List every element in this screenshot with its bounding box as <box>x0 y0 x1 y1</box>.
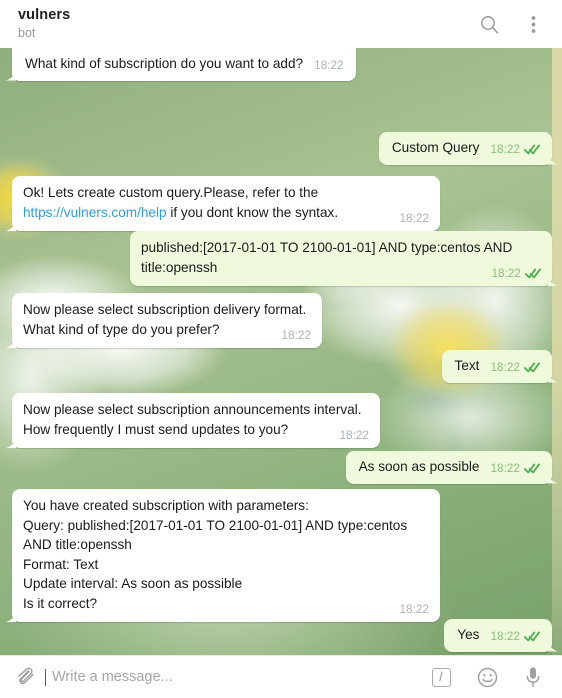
message-meta: 18:22 <box>399 600 429 620</box>
message-time: 18:22 <box>314 58 344 72</box>
message-row-outgoing: As soon as possible 18:22 <box>345 451 552 484</box>
message-composer: Write a message... / <box>0 655 562 698</box>
message-bubble[interactable]: Text 18:22 <box>441 350 552 383</box>
message-text: You have created subscription with param… <box>23 498 408 611</box>
chat-title: vulners <box>18 7 71 23</box>
message-row-incoming: Ok! Lets create custom query.Please, ref… <box>12 176 440 231</box>
message-time: 18:22 <box>490 461 520 475</box>
message-row-outgoing: Custom Query 18:22 <box>378 132 552 165</box>
message-meta: 18:22 <box>490 627 540 647</box>
message-bubble[interactable]: Now please select subscription delivery … <box>12 293 322 348</box>
message-row-incoming: What kind of subscription do you want to… <box>12 48 356 81</box>
message-meta: 18:22 <box>490 358 540 378</box>
message-input-placeholder: Write a message... <box>52 669 173 685</box>
more-vertical-icon[interactable] <box>520 11 546 37</box>
slash-commands-button[interactable]: / <box>428 664 454 690</box>
message-text: Yes <box>457 627 480 642</box>
read-receipt-double-check-icon <box>524 463 540 474</box>
message-meta: 18:22 <box>491 264 541 284</box>
microphone-icon[interactable] <box>520 664 546 690</box>
message-row-incoming: Now please select subscription announcem… <box>12 393 380 448</box>
vulners-help-link[interactable]: https://vulners.com/help <box>23 205 167 220</box>
slash-icon: / <box>431 667 451 687</box>
message-time: 18:22 <box>399 210 429 225</box>
telegram-chat-window: vulners bot What kind of subscription do… <box>0 0 562 698</box>
message-bubble[interactable]: What kind of subscription do you want to… <box>12 48 356 81</box>
message-time: 18:22 <box>399 601 429 616</box>
chat-header: vulners bot <box>0 0 562 48</box>
search-icon[interactable] <box>476 11 502 37</box>
read-receipt-double-check-icon <box>525 268 541 279</box>
message-time: 18:22 <box>490 360 520 374</box>
messages-container: What kind of subscription do you want to… <box>0 48 562 655</box>
message-text: What kind of subscription do you want to… <box>25 56 304 71</box>
message-time: 18:22 <box>339 427 369 442</box>
message-list[interactable]: What kind of subscription do you want to… <box>0 48 562 655</box>
message-row-outgoing: published:[2017-01-01 TO 2100-01-01] AND… <box>130 231 552 286</box>
message-row-incoming: You have created subscription with param… <box>12 489 440 622</box>
message-text: Now please select subscription delivery … <box>23 302 307 337</box>
chat-subtitle: bot <box>18 26 36 40</box>
message-input[interactable]: Write a message... <box>40 668 428 686</box>
message-bubble[interactable]: Ok! Lets create custom query.Please, ref… <box>12 176 440 231</box>
message-bubble[interactable]: As soon as possible 18:22 <box>345 451 552 484</box>
paperclip-icon[interactable] <box>10 662 40 692</box>
message-time: 18:22 <box>281 327 311 342</box>
message-bubble[interactable]: You have created subscription with param… <box>12 489 440 622</box>
message-text: Custom Query <box>391 140 480 155</box>
read-receipt-double-check-icon <box>524 362 540 373</box>
message-text: As soon as possible <box>358 459 480 474</box>
message-meta: 18:22 <box>314 56 344 76</box>
message-bubble[interactable]: Yes 18:22 <box>444 619 552 652</box>
message-text-before-link: Ok! Lets create custom query.Please, ref… <box>23 185 319 200</box>
message-meta: 18:22 <box>339 426 369 446</box>
message-text-after-link: if you dont know the syntax. <box>166 204 339 220</box>
text-cursor <box>45 668 46 686</box>
smiley-icon[interactable] <box>474 664 500 690</box>
message-time: 18:22 <box>490 629 520 643</box>
message-meta: 18:22 <box>490 459 540 479</box>
message-meta: 18:22 <box>490 140 540 160</box>
message-meta: 18:22 <box>399 209 429 229</box>
message-row-incoming: Now please select subscription delivery … <box>12 293 322 348</box>
message-meta: 18:22 <box>281 326 311 346</box>
composer-actions: / <box>428 664 548 690</box>
message-row-outgoing: Text 18:22 <box>441 350 552 383</box>
message-text: Now please select subscription announcem… <box>23 402 362 437</box>
message-bubble[interactable]: published:[2017-01-01 TO 2100-01-01] AND… <box>130 231 552 286</box>
read-receipt-double-check-icon <box>524 144 540 155</box>
chat-header-actions <box>476 11 546 37</box>
message-text: published:[2017-01-01 TO 2100-01-01] AND… <box>141 240 517 275</box>
message-time: 18:22 <box>490 142 520 156</box>
message-time: 18:22 <box>491 265 521 280</box>
message-text: Text <box>454 358 480 373</box>
read-receipt-double-check-icon <box>524 631 540 642</box>
message-row-outgoing: Yes 18:22 <box>444 619 552 652</box>
message-bubble[interactable]: Now please select subscription announcem… <box>12 393 380 448</box>
message-bubble[interactable]: Custom Query 18:22 <box>378 132 552 165</box>
chat-header-info[interactable]: vulners bot <box>18 7 476 41</box>
